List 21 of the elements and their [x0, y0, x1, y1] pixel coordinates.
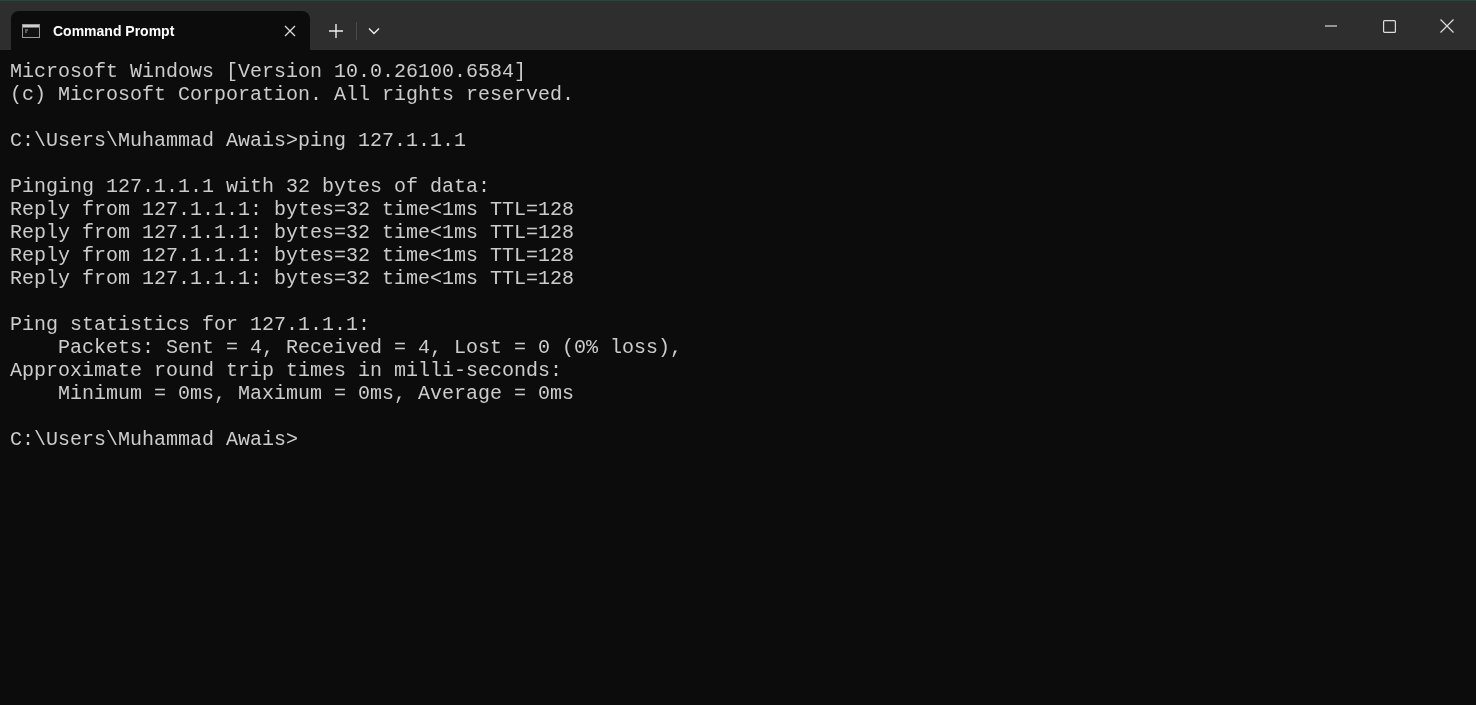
- console-line: Approximate round trip times in milli-seconds:: [10, 359, 563, 382]
- minimize-icon: [1325, 25, 1337, 27]
- console-line: Reply from 127.1.1.1: bytes=32 time<1ms TTL=128: [10, 267, 575, 290]
- console-line: Reply from 127.1.1.1: bytes=32 time<1ms TTL=128: [10, 244, 575, 267]
- console-line: Packets: Sent = 4, Received = 4, Lost = 0 (0% loss),: [57, 336, 683, 359]
- console-line: C:\Users\Muhammad Awais>: [10, 428, 299, 451]
- console-line: Microsoft Windows [Version 10.0.26100.6584]: [10, 60, 527, 83]
- close-icon: [1440, 19, 1454, 33]
- plus-icon: [329, 23, 343, 38]
- console-line: Pinging 127.1.1.1 with 32 bytes of data:: [10, 175, 491, 198]
- terminal-icon: [22, 23, 40, 38]
- tab[interactable]: Command Prompt: [11, 11, 310, 50]
- console-line: Ping statistics for 127.1.1.1:: [10, 313, 371, 336]
- chevron-down-icon: [368, 26, 380, 35]
- console-line: C:\Users\Muhammad Awais>ping 127.1.1.1: [10, 129, 467, 152]
- console-line: Reply from 127.1.1.1: bytes=32 time<1ms TTL=128: [10, 221, 575, 244]
- close-icon[interactable]: [284, 24, 296, 37]
- console-line: (c) Microsoft Corporation. All rights reserved.: [10, 83, 575, 106]
- maximize-icon: [1382, 19, 1396, 33]
- console-line: Reply from 127.1.1.1: bytes=32 time<1ms TTL=128: [10, 198, 575, 221]
- console-line: Minimum = 0ms, Maximum = 0ms, Average = 0ms: [57, 382, 575, 405]
